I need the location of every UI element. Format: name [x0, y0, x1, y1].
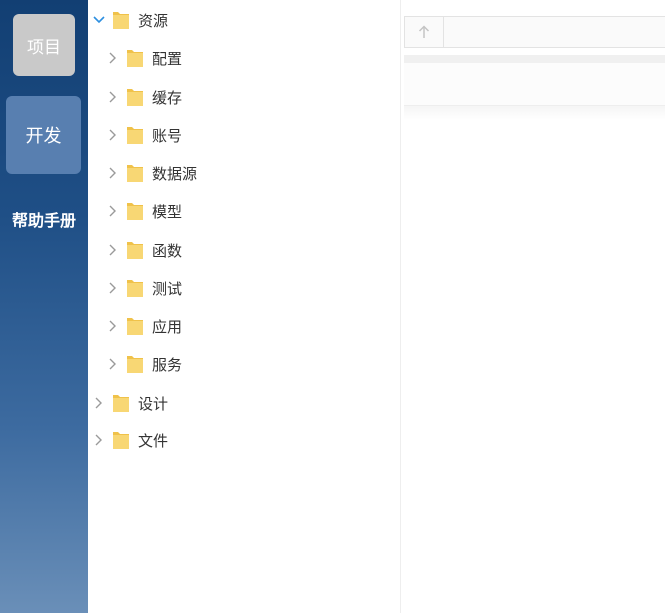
tree-node-datasource[interactable]: 数据源	[106, 161, 197, 185]
folder-icon	[127, 242, 143, 259]
tree-node-label: 设计	[138, 394, 169, 413]
tree-node-config[interactable]: 配置	[106, 46, 182, 70]
tree-node-label: 测试	[152, 279, 183, 298]
folder-icon	[127, 318, 143, 335]
folder-icon	[127, 127, 143, 144]
resource-tree: 资源 配置 缓存 账号 数据源 模型 函数 测试 应用 服务 设计 文件	[88, 0, 401, 613]
tree-node-resources[interactable]: 资源	[92, 8, 168, 32]
chevron-right-icon[interactable]	[106, 357, 120, 371]
folder-icon	[127, 165, 143, 182]
content-panel	[401, 0, 665, 613]
folder-icon	[113, 432, 129, 449]
tree-node-application[interactable]: 应用	[106, 314, 182, 338]
folder-icon	[113, 395, 129, 412]
table-row[interactable]	[404, 63, 665, 106]
chevron-right-icon[interactable]	[106, 128, 120, 142]
project-button-label: 项目	[27, 37, 61, 58]
tree-node-design[interactable]: 设计	[92, 391, 168, 415]
tree-node-label: 配置	[152, 49, 183, 68]
tree-node-label: 模型	[152, 202, 183, 221]
folder-icon	[127, 50, 143, 67]
chevron-right-icon[interactable]	[92, 396, 106, 410]
chevron-right-icon[interactable]	[92, 433, 106, 447]
folder-icon	[113, 12, 129, 29]
tree-node-test[interactable]: 测试	[106, 276, 182, 300]
left-nav-rail: 项目 开发 帮助手册	[0, 0, 88, 613]
folder-icon	[127, 280, 143, 297]
table-divider	[404, 55, 665, 63]
tree-node-cache[interactable]: 缓存	[106, 85, 182, 109]
chevron-right-icon[interactable]	[106, 204, 120, 218]
tree-node-label: 应用	[152, 317, 183, 336]
project-button[interactable]: 项目	[13, 14, 75, 76]
chevron-right-icon[interactable]	[106, 90, 120, 104]
sort-column-button[interactable]	[405, 17, 444, 47]
tree-node-label: 数据源	[152, 164, 198, 183]
help-manual-link[interactable]: 帮助手册	[0, 207, 88, 231]
tree-node-label: 服务	[152, 355, 183, 374]
tree-node-label: 资源	[138, 11, 169, 30]
folder-icon	[127, 203, 143, 220]
tree-node-service[interactable]: 服务	[106, 352, 182, 376]
tree-node-label: 文件	[138, 431, 169, 450]
tree-node-account[interactable]: 账号	[106, 123, 182, 147]
chevron-right-icon[interactable]	[106, 243, 120, 257]
develop-button-label: 开发	[25, 126, 62, 147]
table-header	[404, 16, 665, 48]
tree-node-label: 函数	[152, 241, 183, 260]
develop-button[interactable]: 开发	[6, 96, 81, 174]
chevron-right-icon[interactable]	[106, 319, 120, 333]
tree-node-files[interactable]: 文件	[92, 428, 168, 452]
arrow-up-icon	[418, 25, 430, 38]
table-shadow	[404, 106, 665, 120]
chevron-right-icon[interactable]	[106, 51, 120, 65]
tree-node-model[interactable]: 模型	[106, 199, 182, 223]
folder-icon	[127, 356, 143, 373]
tree-node-label: 缓存	[152, 88, 183, 107]
folder-icon	[127, 89, 143, 106]
chevron-right-icon[interactable]	[106, 281, 120, 295]
tree-node-function[interactable]: 函数	[106, 238, 182, 262]
chevron-down-icon[interactable]	[92, 13, 106, 27]
chevron-right-icon[interactable]	[106, 166, 120, 180]
help-manual-label: 帮助手册	[11, 211, 76, 230]
tree-node-label: 账号	[152, 126, 183, 145]
